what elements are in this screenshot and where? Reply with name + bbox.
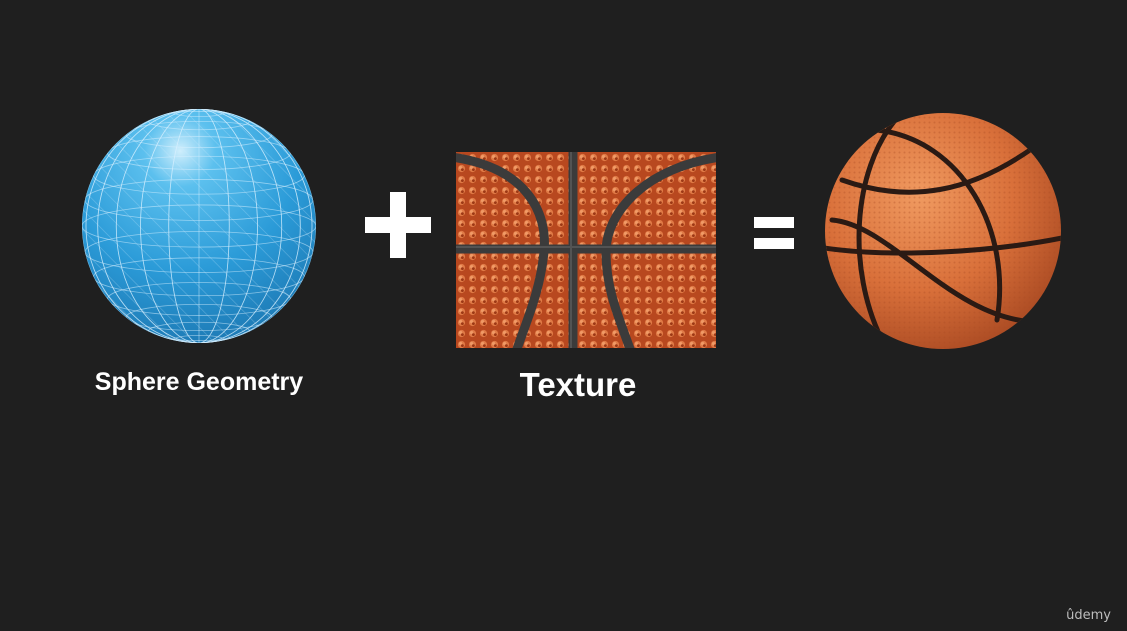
basketball-icon (825, 113, 1061, 349)
sphere-geometry-label: Sphere Geometry (94, 368, 304, 396)
plus-operator (365, 192, 431, 258)
udemy-watermark: ûdemy (1066, 608, 1111, 623)
equals-operator (754, 217, 794, 249)
diagram-stage: Sphere Geometry Texture ûdemy (0, 0, 1127, 631)
texture-label: Texture (519, 366, 637, 403)
wireframe-sphere-icon (82, 109, 316, 343)
basketball-texture-icon (456, 152, 716, 348)
